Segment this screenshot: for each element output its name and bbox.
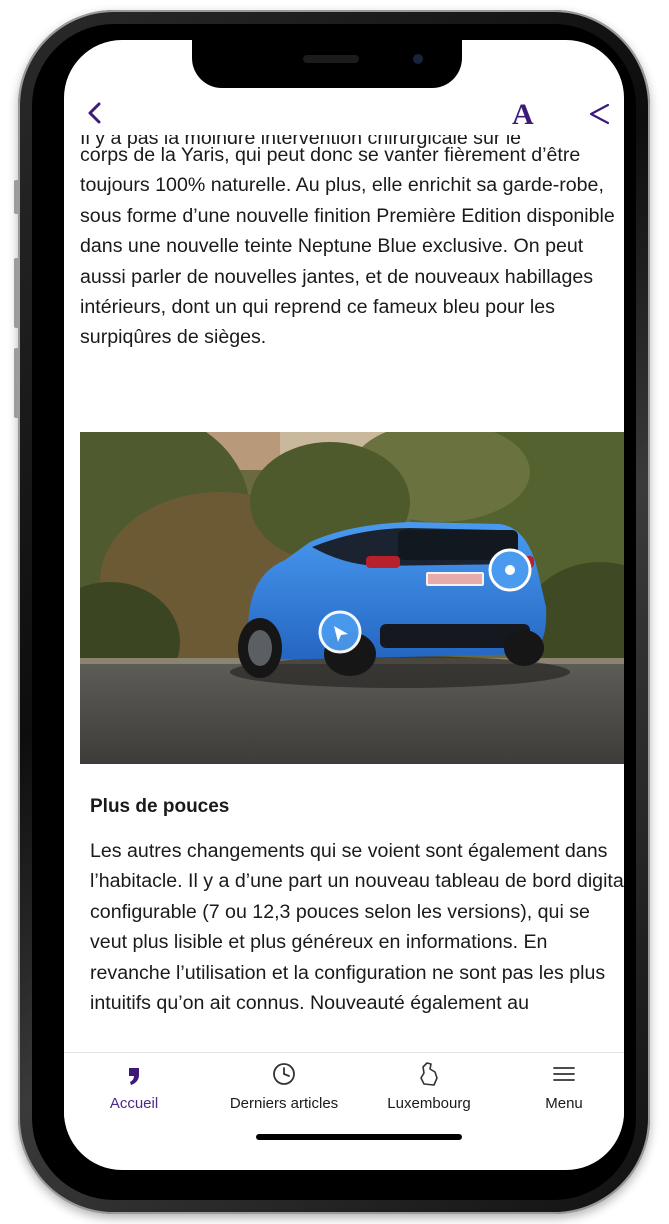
tab-accueil[interactable]: Accueil (84, 1053, 184, 1123)
app-screen: A Il y a pas la moindre intervention chi… (64, 40, 624, 1170)
tab-label: Accueil (109, 1095, 159, 1112)
front-camera (413, 54, 423, 64)
car-photo-illustration (80, 432, 624, 764)
tab-menu[interactable]: Menu (514, 1053, 614, 1123)
luxembourg-map-icon (420, 1062, 438, 1086)
back-chevron-icon[interactable] (82, 100, 108, 126)
earpiece-speaker (303, 55, 359, 63)
volume-down-button (14, 348, 20, 418)
tab-label: Menu (545, 1095, 583, 1112)
tab-label: Luxembourg (387, 1095, 471, 1112)
article-paragraph: corps de la Yaris, qui peut donc se vant… (80, 144, 615, 349)
font-size-button[interactable]: A (512, 98, 534, 132)
comma-logo-icon (129, 1068, 139, 1085)
tab-luxembourg[interactable]: Luxembourg (364, 1053, 494, 1123)
share-icon[interactable] (586, 102, 612, 126)
volume-up-button (14, 258, 20, 328)
bottom-tab-bar: Accueil Derniers articles Luxembourg Men… (64, 1052, 624, 1123)
section-heading: Plus de pouces (90, 796, 230, 817)
article-image[interactable] (80, 432, 624, 764)
article-toolbar: A (64, 90, 624, 136)
clock-icon (273, 1063, 295, 1085)
hamburger-menu-icon (553, 1067, 575, 1081)
tab-label: Derniers articles (229, 1095, 339, 1112)
mute-switch (14, 180, 20, 214)
tab-derniers-articles[interactable]: Derniers articles (204, 1053, 364, 1123)
article-paragraph-2: Les autres changements qui se voient son… (90, 840, 624, 1015)
phone-notch (192, 40, 462, 88)
home-indicator[interactable] (256, 1134, 462, 1140)
